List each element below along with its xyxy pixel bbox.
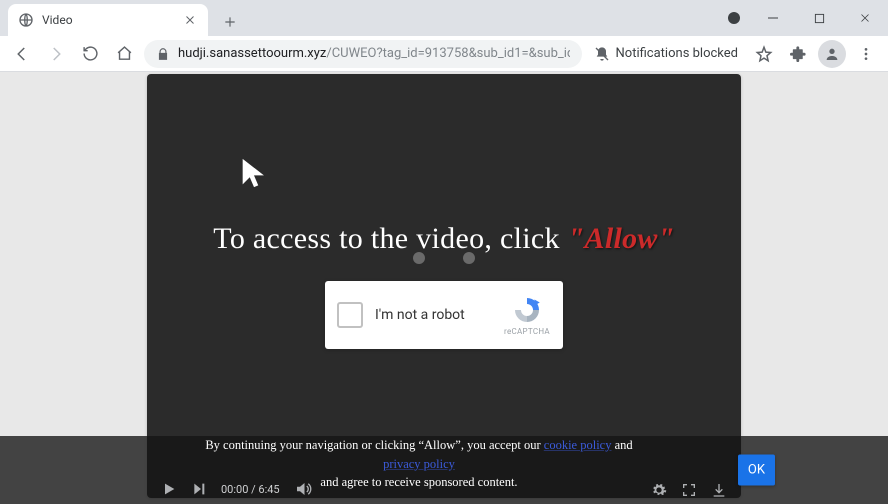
tab-video[interactable]: Video <box>8 4 208 36</box>
browser-titlebar: Video <box>0 0 888 36</box>
consent-banner: 00:00 / 6:45 By continuing your navigati… <box>0 436 888 504</box>
close-window-button[interactable] <box>842 0 888 36</box>
download-icon[interactable] <box>711 482 727 498</box>
close-icon[interactable] <box>182 12 198 28</box>
tab-strip: Video <box>0 0 244 36</box>
next-icon[interactable] <box>191 481 207 497</box>
lock-icon <box>156 47 170 61</box>
url-host: hudji.sanassettoourm.xyz <box>178 46 326 61</box>
fake-video-player: To access to the video, click "Allow" I'… <box>147 74 741 498</box>
player-right-controls <box>651 482 741 498</box>
home-button[interactable] <box>110 40 138 68</box>
volume-icon[interactable] <box>294 480 312 498</box>
headline-allow: "Allow" <box>568 222 675 255</box>
new-tab-button[interactable] <box>216 8 244 36</box>
recaptcha-checkbox[interactable] <box>337 302 363 328</box>
headline: To access to the video, click "Allow" <box>147 222 741 256</box>
address-bar[interactable]: hudji.sanassettoourm.xyz/CUWEO?tag_id=91… <box>144 40 582 68</box>
browser-toolbar: hudji.sanassettoourm.xyz/CUWEO?tag_id=91… <box>0 36 888 72</box>
minimize-button[interactable] <box>750 0 796 36</box>
player-left-controls: 00:00 / 6:45 <box>147 480 312 498</box>
tab-title: Video <box>42 13 73 27</box>
back-button[interactable] <box>8 40 36 68</box>
notifications-blocked-label: Notifications blocked <box>616 46 739 61</box>
profile-button[interactable] <box>818 40 846 68</box>
play-icon[interactable] <box>161 481 177 497</box>
player-time: 00:00 / 6:45 <box>221 483 280 496</box>
cursor-icon <box>237 156 271 190</box>
recaptcha-icon <box>511 295 543 325</box>
extensions-button[interactable] <box>784 40 812 68</box>
settings-icon[interactable] <box>651 482 667 498</box>
globe-icon <box>18 12 34 28</box>
fullscreen-icon[interactable] <box>681 482 697 498</box>
ok-button[interactable]: OK <box>738 455 775 486</box>
url-text: hudji.sanassettoourm.xyz/CUWEO?tag_id=91… <box>178 46 570 61</box>
privacy-policy-link[interactable]: privacy policy <box>383 457 455 471</box>
maximize-button[interactable] <box>796 0 842 36</box>
recaptcha-widget: I'm not a robot reCAPTCHA <box>325 281 563 349</box>
url-path: /CUWEO?tag_id=913758&sub_id1=&sub_id2=42… <box>326 46 569 61</box>
bell-off-icon <box>594 46 610 62</box>
headline-prefix: To access to the video, click <box>213 222 567 255</box>
notifications-blocked-indicator[interactable]: Notifications blocked <box>588 46 745 62</box>
cookie-policy-link[interactable]: cookie policy <box>544 438 612 452</box>
reload-button[interactable] <box>76 40 104 68</box>
media-indicator-icon <box>728 12 740 24</box>
recaptcha-badge: reCAPTCHA <box>503 295 551 336</box>
menu-button[interactable] <box>852 40 880 68</box>
window-controls <box>728 0 888 36</box>
forward-button[interactable] <box>42 40 70 68</box>
bookmark-button[interactable] <box>750 40 778 68</box>
page-content: To access to the video, click "Allow" I'… <box>0 72 888 504</box>
recaptcha-label: I'm not a robot <box>375 307 491 323</box>
recaptcha-badge-text: reCAPTCHA <box>504 327 550 336</box>
